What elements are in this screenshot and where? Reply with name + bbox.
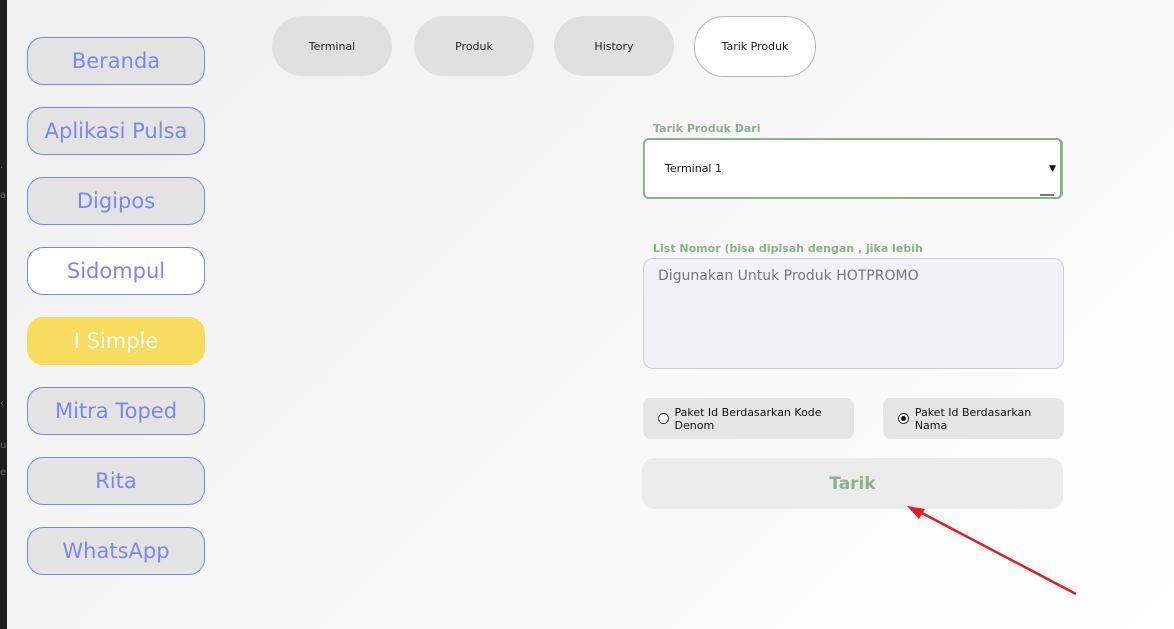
dropdown-arrow-icon: ▼	[1049, 164, 1056, 174]
sidebar-item-i-simple[interactable]: I Simple	[27, 317, 205, 365]
sidebar-item-digipos[interactable]: Digipos	[27, 177, 205, 225]
number-list-textarea[interactable]: Digunakan Untuk Produk HOTPROMO	[643, 258, 1064, 369]
tab-tarik-produk[interactable]: Tarik Produk	[694, 16, 816, 77]
sidebar-item-mitra-toped[interactable]: Mitra Toped	[27, 387, 205, 435]
tab-terminal[interactable]: Terminal	[272, 16, 392, 76]
radio-checked-icon	[898, 413, 909, 424]
list-label: List Nomor (bisa dipisah dengan , jika l…	[653, 242, 923, 255]
radio-kode-denom[interactable]: Paket Id Berdasarkan Kode Denom	[643, 398, 854, 439]
select-underline	[1040, 194, 1054, 196]
radio-kode-denom-label: Paket Id Berdasarkan Kode Denom	[674, 405, 822, 432]
app-window: Beranda Aplikasi Pulsa Digipos Sidompul …	[7, 0, 1174, 629]
source-label: Tarik Produk Dari	[653, 122, 761, 135]
sidebar-item-sidompul[interactable]: Sidompul	[27, 247, 205, 295]
sidebar-item-whatsapp[interactable]: WhatsApp	[27, 527, 205, 575]
sidebar-item-aplikasi-pulsa[interactable]: Aplikasi Pulsa	[27, 107, 205, 155]
tab-history[interactable]: History	[554, 16, 674, 76]
source-select[interactable]: Terminal 1 ▼	[643, 138, 1063, 199]
source-select-value: Terminal 1	[665, 162, 722, 175]
sidebar-item-rita[interactable]: Rita	[27, 457, 205, 505]
tarik-button[interactable]: Tarik	[642, 458, 1063, 509]
radio-nama[interactable]: Paket Id Berdasarkan Nama	[883, 398, 1064, 439]
radio-nama-label: Paket Id Berdasarkan Nama	[914, 405, 1032, 432]
tab-produk[interactable]: Produk	[414, 16, 534, 76]
sidebar-item-beranda[interactable]: Beranda	[27, 37, 205, 85]
radio-unchecked-icon	[658, 413, 669, 424]
